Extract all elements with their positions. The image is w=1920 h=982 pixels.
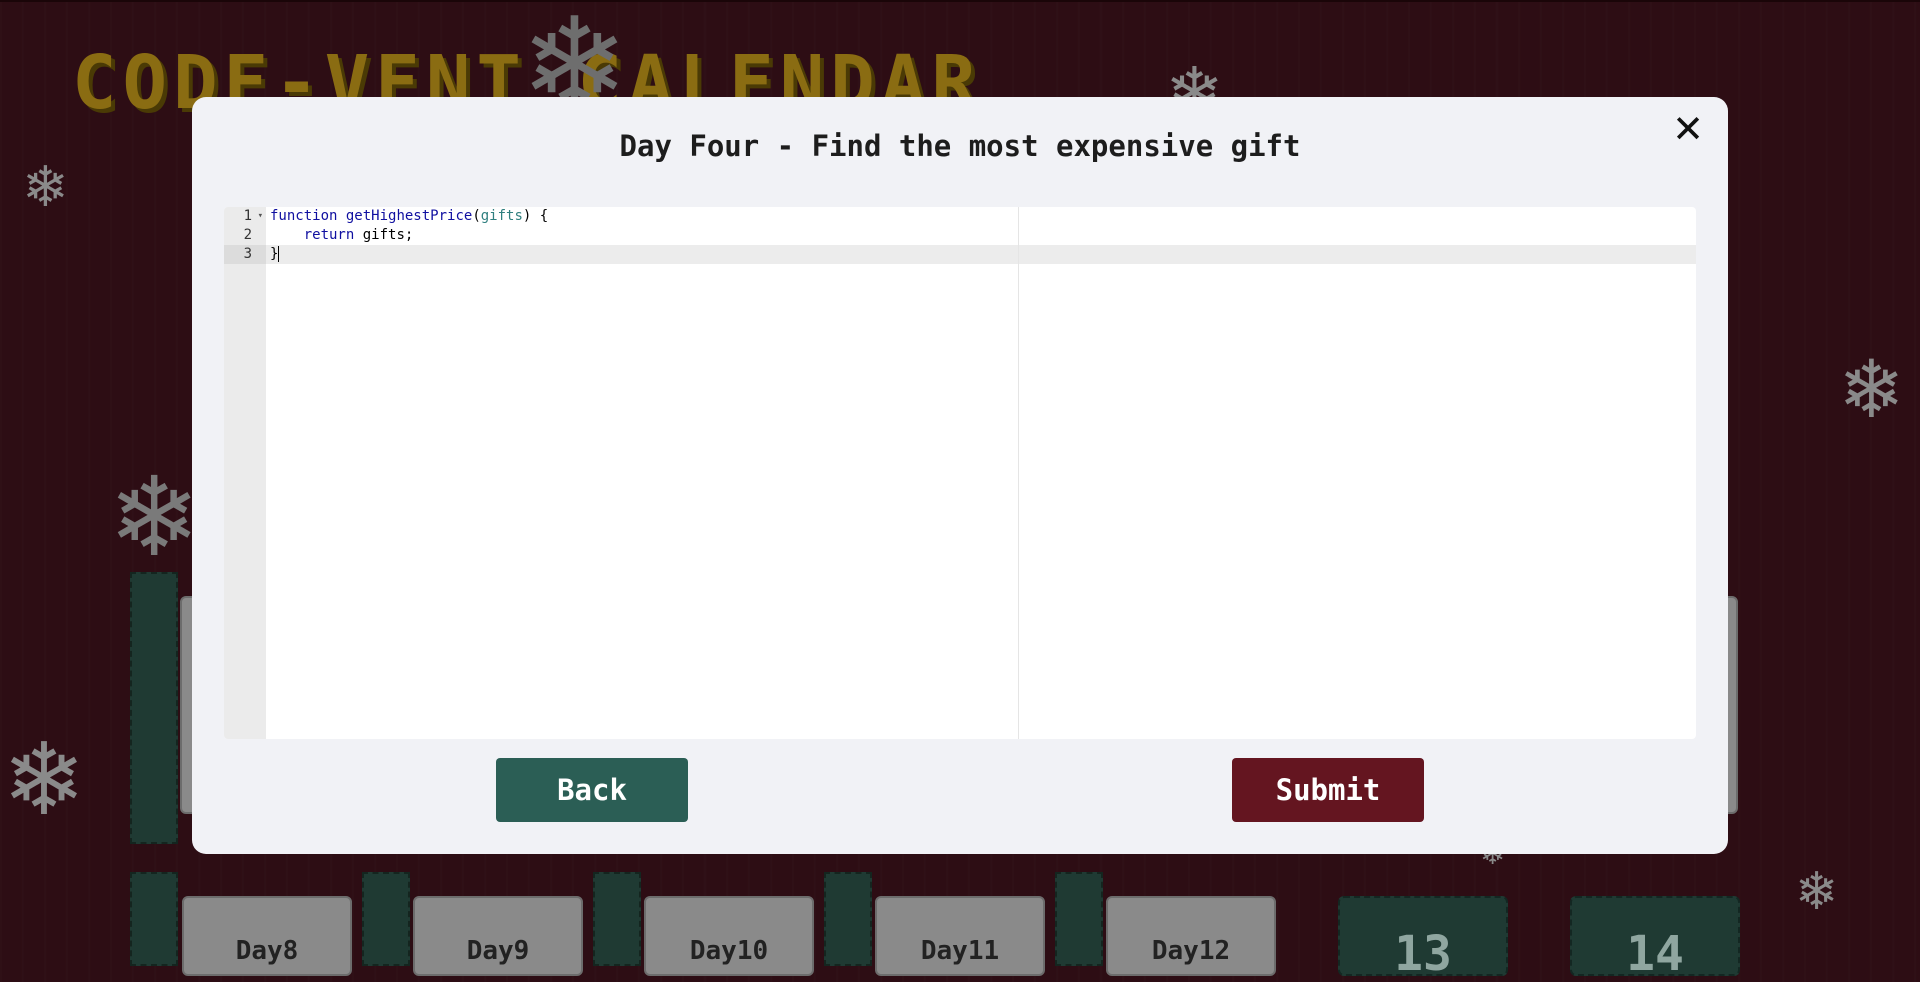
submit-button[interactable]: Submit	[1232, 758, 1424, 822]
back-button[interactable]: Back	[496, 758, 688, 822]
locked-tile-14[interactable]: 14	[1570, 896, 1740, 982]
day-tile-12[interactable]: Day12	[1106, 896, 1276, 976]
snowflake-icon: ❄	[1838, 343, 1906, 436]
line-number: 1 ▾	[243, 207, 263, 226]
code-line[interactable]: function getHighestPrice(gifts) {	[266, 207, 1696, 226]
challenge-modal: Day Four - Find the most expensive gift …	[192, 97, 1728, 854]
code-line[interactable]: return gifts;	[266, 226, 1696, 245]
code-area[interactable]: function getHighestPrice(gifts) { return…	[266, 207, 1696, 739]
day-tile-9[interactable]: Day9	[413, 896, 583, 976]
open-door	[130, 872, 178, 966]
line-number-gutter: 1 ▾ 2 3	[224, 207, 266, 739]
day-tile-11[interactable]: Day11	[875, 896, 1045, 976]
text-cursor	[278, 246, 280, 262]
fold-arrow-icon[interactable]: ▾	[258, 207, 263, 226]
day-tile-10[interactable]: Day10	[644, 896, 814, 976]
open-door	[824, 872, 872, 966]
line-number: 2	[243, 227, 252, 243]
close-icon[interactable]: ✕	[1666, 107, 1710, 151]
modal-title: Day Four - Find the most expensive gift	[619, 129, 1301, 163]
snowflake-icon: ❄	[22, 155, 69, 220]
snowflake-icon: ❄	[2, 721, 86, 838]
open-door	[1055, 872, 1103, 966]
line-number: 3	[224, 245, 266, 264]
open-door	[593, 872, 641, 966]
open-door	[130, 572, 178, 844]
snowflake-icon: ❄	[1795, 862, 1839, 922]
open-door	[362, 872, 410, 966]
day-tile-8[interactable]: Day8	[182, 896, 352, 976]
top-border	[0, 0, 1920, 2]
snowflake-icon: ❄	[108, 453, 201, 581]
code-line[interactable]: }	[266, 245, 1696, 264]
print-margin	[1018, 207, 1019, 739]
locked-tile-13[interactable]: 13	[1338, 896, 1508, 982]
code-editor[interactable]: 1 ▾ 2 3 function getHighestPrice(gifts) {…	[224, 207, 1696, 739]
